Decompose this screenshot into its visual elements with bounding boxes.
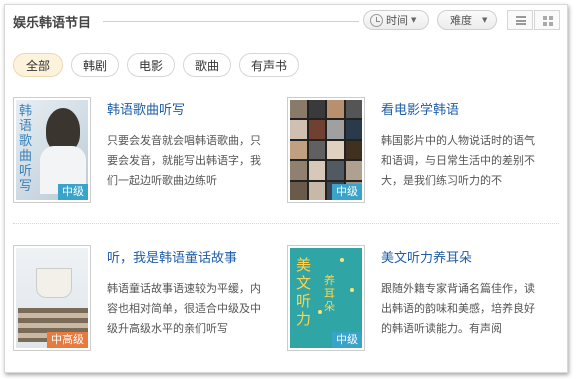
grid-view-icon [543,16,553,26]
program-title-link[interactable]: 韩语歌曲听写 [107,99,185,118]
program-card: 中高级 听，我是韩语童话故事 韩语童话故事语速较为平缓，内容也相对简单，很适合中… [13,245,283,355]
cover-image: 韩语歌曲听写 中级 [16,100,88,200]
cover-decoration [350,288,354,292]
program-title-link[interactable]: 美文听力养耳朵 [381,247,472,266]
level-badge: 中级 [332,184,362,200]
cover-decoration [340,258,344,262]
level-badge: 中级 [58,184,88,200]
clock-icon [370,13,383,27]
program-title-link[interactable]: 看电影学韩语 [381,99,459,118]
cover-cup [36,268,72,298]
filter-all[interactable]: 全部 [13,53,63,77]
caret-down-icon: ▼ [411,16,417,24]
panel-header: 娱乐韩语节目 时间 ▼ 难度 ▼ [5,5,569,35]
level-badge: 中级 [332,332,362,348]
cover-image: 美文听力 养耳朵 中级 [290,248,362,348]
caret-down-icon: ▼ [482,16,488,24]
program-description: 韩语童话故事语速较为平缓，内容也相对简单，很适合中级及中级升高级水平的亲们听写 [107,282,261,335]
program-card: 中级 看电影学韩语 韩国影片中的人物说话时的语气和语调，与日常生活中的差别不大，… [287,97,557,207]
program-thumbnail[interactable]: 中级 [287,97,365,203]
category-filters: 全部 韩剧 电影 歌曲 有声书 [13,53,307,77]
filter-audiobook[interactable]: 有声书 [239,53,299,77]
cover-text: 韩语歌曲听写 [19,104,33,194]
sort-by-time-button[interactable]: 时间 ▼ [363,10,429,30]
header-divider [103,21,359,22]
program-card: 韩语歌曲听写 中级 韩语歌曲听写 只要会发音就会唱韩语歌曲，只要会发音，就能写出… [13,97,283,207]
program-description: 跟随外籍专家背诵名篇佳作，读出韩语的韵味和美感，培养良好的韩语听读能力。有声阅 [381,282,535,335]
cover-image: 中高级 [16,248,88,348]
list-view-icon [516,16,526,25]
program-title-link[interactable]: 听，我是韩语童话故事 [107,247,237,266]
program-thumbnail[interactable]: 中高级 [13,245,91,351]
sort-by-difficulty-button[interactable]: 难度 ▼ [437,10,497,30]
program-panel: 娱乐韩语节目 时间 ▼ 难度 ▼ 全部 韩剧 电影 歌曲 有声书 韩语歌曲听写 [4,4,568,373]
cover-image: 中级 [290,100,362,200]
program-description: 韩国影片中的人物说话时的语气和语调，与日常生活中的差别不大，是我们练习听力的不 [381,134,535,187]
section-title: 娱乐韩语节目 [13,16,92,31]
cover-decoration [318,310,322,314]
program-thumbnail[interactable]: 韩语歌曲听写 中级 [13,97,91,203]
list-view-button[interactable] [507,10,533,30]
cover-text: 美文听力 [296,256,312,328]
cover-subtext: 养耳朵 [324,274,335,313]
filter-song[interactable]: 歌曲 [183,53,231,77]
filter-movie[interactable]: 电影 [127,53,175,77]
program-description: 只要会发音就会唱韩语歌曲，只要会发音，就能写出韩语字，我们一起边听歌曲边练听 [107,134,261,187]
filter-korean-drama[interactable]: 韩剧 [71,53,119,77]
program-card: 美文听力 养耳朵 中级 美文听力养耳朵 跟随外籍专家背诵名篇佳作，读出韩语的韵味… [287,245,557,355]
row-divider [13,223,559,224]
sort-time-label: 时间 [386,14,408,27]
program-thumbnail[interactable]: 美文听力 养耳朵 中级 [287,245,365,351]
sort-difficulty-label: 难度 [450,14,472,27]
grid-view-button[interactable] [534,10,560,30]
level-badge: 中高级 [47,332,88,348]
